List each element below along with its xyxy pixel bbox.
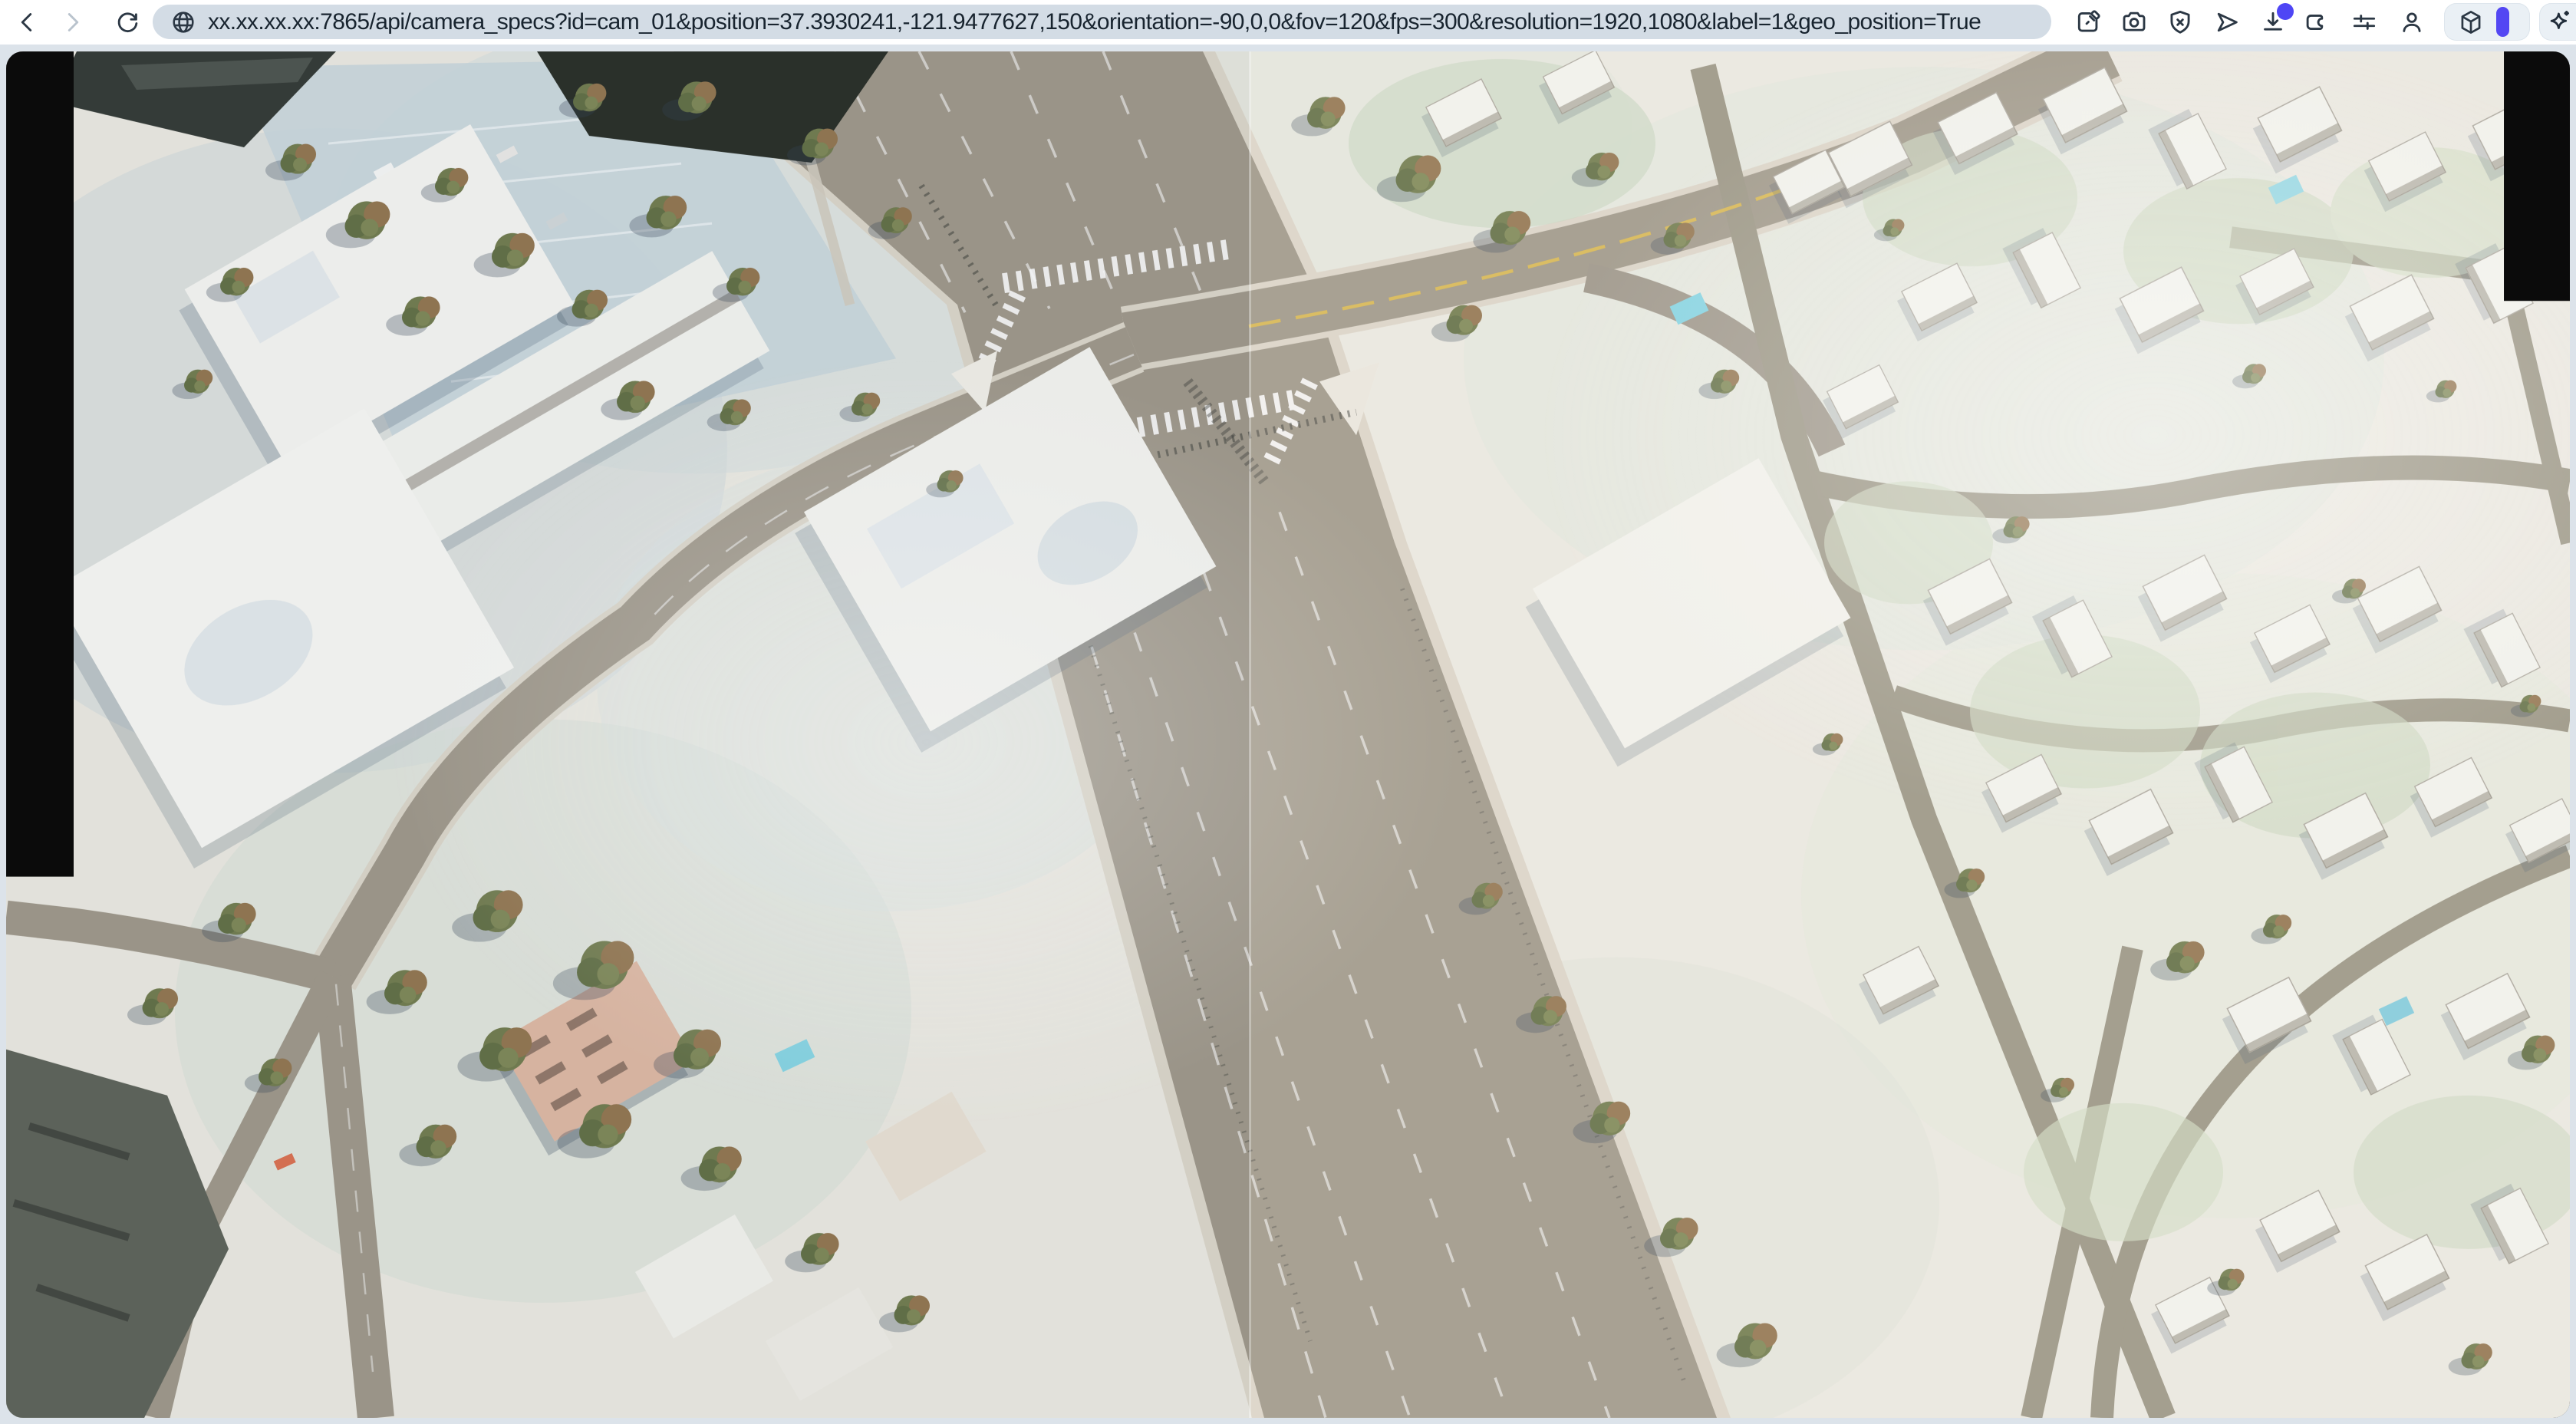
download-button[interactable] bbox=[2258, 8, 2288, 37]
reload-button[interactable] bbox=[110, 5, 144, 39]
back-button[interactable] bbox=[11, 5, 44, 39]
url-text: xx.xx.xx.xx:7865/api/camera_specs?id=cam… bbox=[208, 9, 1981, 35]
download-badge bbox=[2277, 3, 2294, 20]
globe-icon bbox=[170, 8, 197, 36]
extension-well-left bbox=[2444, 3, 2530, 41]
panel-button[interactable] bbox=[2302, 8, 2331, 37]
cube-icon[interactable] bbox=[2456, 8, 2485, 37]
sliders-button[interactable] bbox=[2350, 8, 2379, 37]
forward-icon bbox=[58, 8, 86, 36]
camera-button[interactable] bbox=[2120, 8, 2149, 37]
active-indicator-pill[interactable] bbox=[2496, 7, 2509, 37]
pin-edit-button[interactable] bbox=[2074, 8, 2103, 37]
sliders-icon bbox=[2350, 8, 2379, 37]
aerial-camera-image bbox=[6, 51, 2570, 1418]
shield-block-icon bbox=[2166, 8, 2195, 37]
browser-toolbar: xx.xx.xx.xx:7865/api/camera_specs?id=cam… bbox=[0, 0, 2576, 44]
profile-icon bbox=[2397, 8, 2426, 37]
ai-sparkle-icon bbox=[2545, 8, 2574, 37]
send-icon bbox=[2212, 8, 2242, 37]
panel-icon bbox=[2302, 8, 2331, 37]
address-bar[interactable]: xx.xx.xx.xx:7865/api/camera_specs?id=cam… bbox=[153, 5, 2051, 39]
camera-icon bbox=[2120, 8, 2149, 37]
back-icon bbox=[14, 8, 41, 36]
reload-icon bbox=[114, 8, 141, 36]
shield-block-button[interactable] bbox=[2166, 8, 2195, 37]
pin-edit-icon bbox=[2074, 8, 2103, 37]
extension-well-ai[interactable]: AI bbox=[2539, 3, 2576, 41]
send-button[interactable] bbox=[2212, 8, 2242, 37]
profile-button[interactable] bbox=[2397, 8, 2426, 37]
forward-button[interactable] bbox=[55, 5, 89, 39]
page-content bbox=[6, 51, 2570, 1418]
